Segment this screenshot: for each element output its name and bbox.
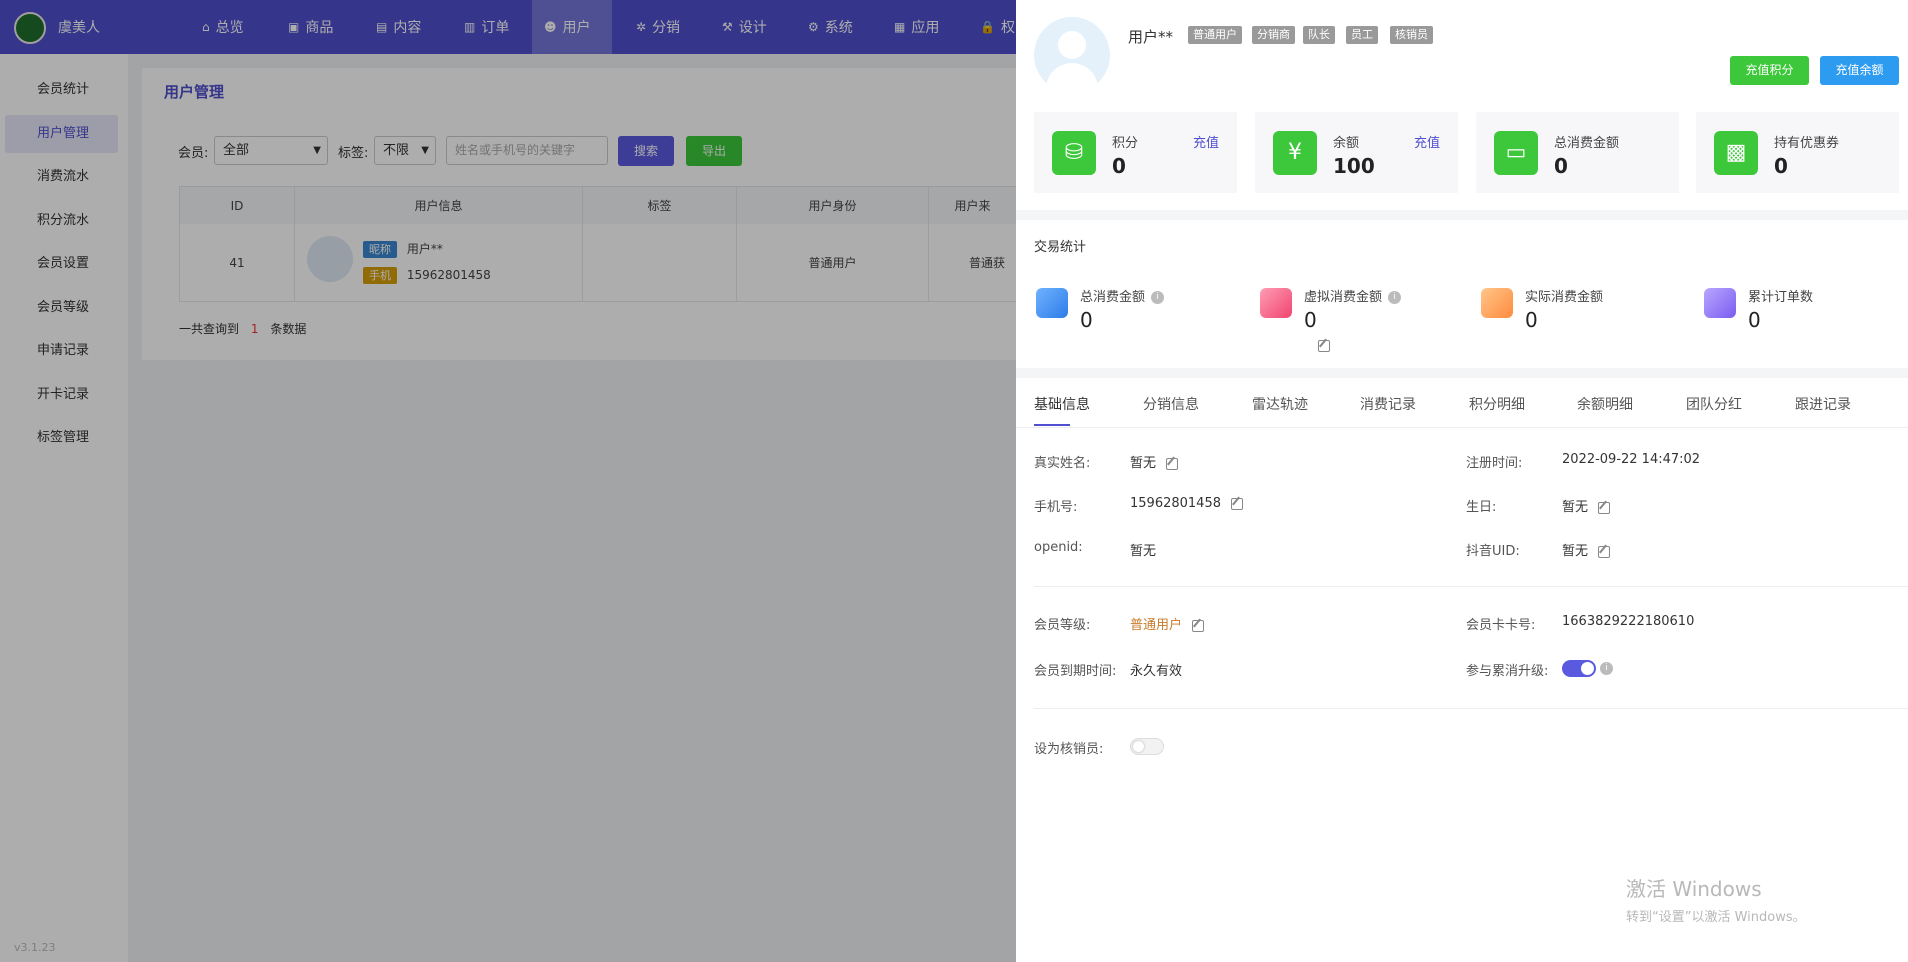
register-time-value: 2022-09-22 14:47:02: [1562, 452, 1701, 467]
card-label: 持有优惠券: [1774, 136, 1840, 151]
user-tag: 员工: [1346, 26, 1378, 44]
edit-icon[interactable]: [1166, 457, 1179, 470]
section-divider: [1016, 210, 1908, 220]
edit-icon[interactable]: [1318, 339, 1330, 352]
card-value: 0: [1554, 154, 1568, 178]
coupons-card: ▩ 持有优惠券 0: [1696, 112, 1899, 193]
openid-value: 暂无: [1130, 544, 1157, 559]
user-avatar: [1034, 17, 1110, 93]
total-consumption-card: ▭ 总消费金额 0: [1476, 112, 1679, 193]
points-recharge-link[interactable]: 充值: [1193, 132, 1219, 151]
real-name-value: 暂无: [1130, 456, 1157, 471]
shopping-bag-icon: [1481, 288, 1513, 318]
user-tag: 普通用户: [1188, 26, 1242, 44]
douyin-uid-label: 抖音UID:: [1466, 544, 1520, 559]
recharge-balance-button[interactable]: 充值余额: [1820, 56, 1899, 85]
active-tab-indicator: [1034, 424, 1070, 426]
wallet-icon: ▭: [1494, 131, 1538, 175]
card-number-label: 会员卡卡号:: [1466, 618, 1536, 633]
openid-label: openid:: [1034, 540, 1083, 555]
recharge-points-button[interactable]: 充值积分: [1730, 56, 1809, 85]
card-label: 余额: [1333, 136, 1360, 151]
phone-value: 15962801458: [1130, 496, 1221, 511]
balance-card: ¥ 余额 100 充值: [1255, 112, 1458, 193]
user-tag: 核销员: [1390, 26, 1433, 44]
ticket-icon: ▩: [1714, 131, 1758, 175]
user-tag: 队长: [1303, 26, 1335, 44]
tab-team-dividend[interactable]: 团队分红: [1686, 394, 1742, 414]
drawer-username: 用户**: [1128, 28, 1174, 46]
birthday-label: 生日:: [1466, 500, 1497, 515]
order-list-icon: [1704, 288, 1736, 318]
yen-card-icon: [1260, 288, 1292, 318]
trade-stats-title: 交易统计: [1034, 240, 1087, 255]
douyin-uid-value: 暂无: [1562, 544, 1589, 559]
verifier-label: 设为核销员:: [1034, 742, 1104, 757]
card-value: 100: [1333, 154, 1375, 178]
expire-time-label: 会员到期时间:: [1034, 664, 1117, 679]
section-divider: [1016, 368, 1908, 378]
info-icon[interactable]: i: [1151, 291, 1165, 304]
upgrade-label: 参与累消升级:: [1466, 664, 1549, 679]
card-value: 0: [1774, 154, 1788, 178]
real-name-label: 真实姓名:: [1034, 456, 1091, 471]
edit-icon[interactable]: [1230, 497, 1243, 510]
upgrade-toggle[interactable]: [1562, 660, 1596, 677]
points-card: ⛁ 积分 0 充值: [1034, 112, 1237, 193]
tab-basic-info[interactable]: 基础信息: [1034, 394, 1090, 414]
credit-card-icon: [1036, 288, 1068, 318]
windows-activation-watermark: 激活 Windows 转到“设置”以激活 Windows。: [1626, 877, 1806, 925]
tab-radar-track[interactable]: 雷达轨迹: [1252, 394, 1308, 414]
edit-icon[interactable]: [1598, 545, 1611, 558]
tab-distribution-info[interactable]: 分销信息: [1143, 394, 1199, 414]
expire-time-value: 永久有效: [1130, 664, 1183, 679]
register-time-label: 注册时间:: [1466, 456, 1523, 471]
tab-points-details[interactable]: 积分明细: [1469, 394, 1525, 414]
birthday-value: 暂无: [1562, 500, 1589, 515]
phone-label: 手机号:: [1034, 500, 1078, 515]
member-level-value: 普通用户: [1130, 618, 1183, 633]
tab-consumption-records[interactable]: 消费记录: [1360, 394, 1416, 414]
verifier-toggle[interactable]: [1130, 738, 1164, 755]
user-tag: 分销商: [1252, 26, 1295, 44]
edit-icon[interactable]: [1192, 619, 1205, 632]
info-icon[interactable]: i: [1388, 291, 1402, 304]
balance-recharge-link[interactable]: 充值: [1414, 132, 1440, 151]
tab-follow-up[interactable]: 跟进记录: [1795, 394, 1851, 414]
modal-overlay[interactable]: [0, 0, 1016, 962]
card-value: 0: [1112, 154, 1126, 178]
user-detail-drawer: 用户** 普通用户 分销商 队长 员工 核销员 充值积分 充值余额 ⛁ 积分 0…: [1016, 0, 1908, 962]
card-number-value: 1663829222180610: [1562, 614, 1695, 629]
coins-icon: ⛁: [1052, 131, 1096, 175]
info-icon[interactable]: i: [1600, 662, 1613, 675]
card-label: 总消费金额: [1554, 136, 1620, 151]
edit-icon[interactable]: [1598, 501, 1611, 514]
member-level-label: 会员等级:: [1034, 618, 1091, 633]
tab-balance-details[interactable]: 余额明细: [1577, 394, 1633, 414]
card-label: 积分: [1112, 136, 1139, 151]
money-bag-icon: ¥: [1273, 131, 1317, 175]
